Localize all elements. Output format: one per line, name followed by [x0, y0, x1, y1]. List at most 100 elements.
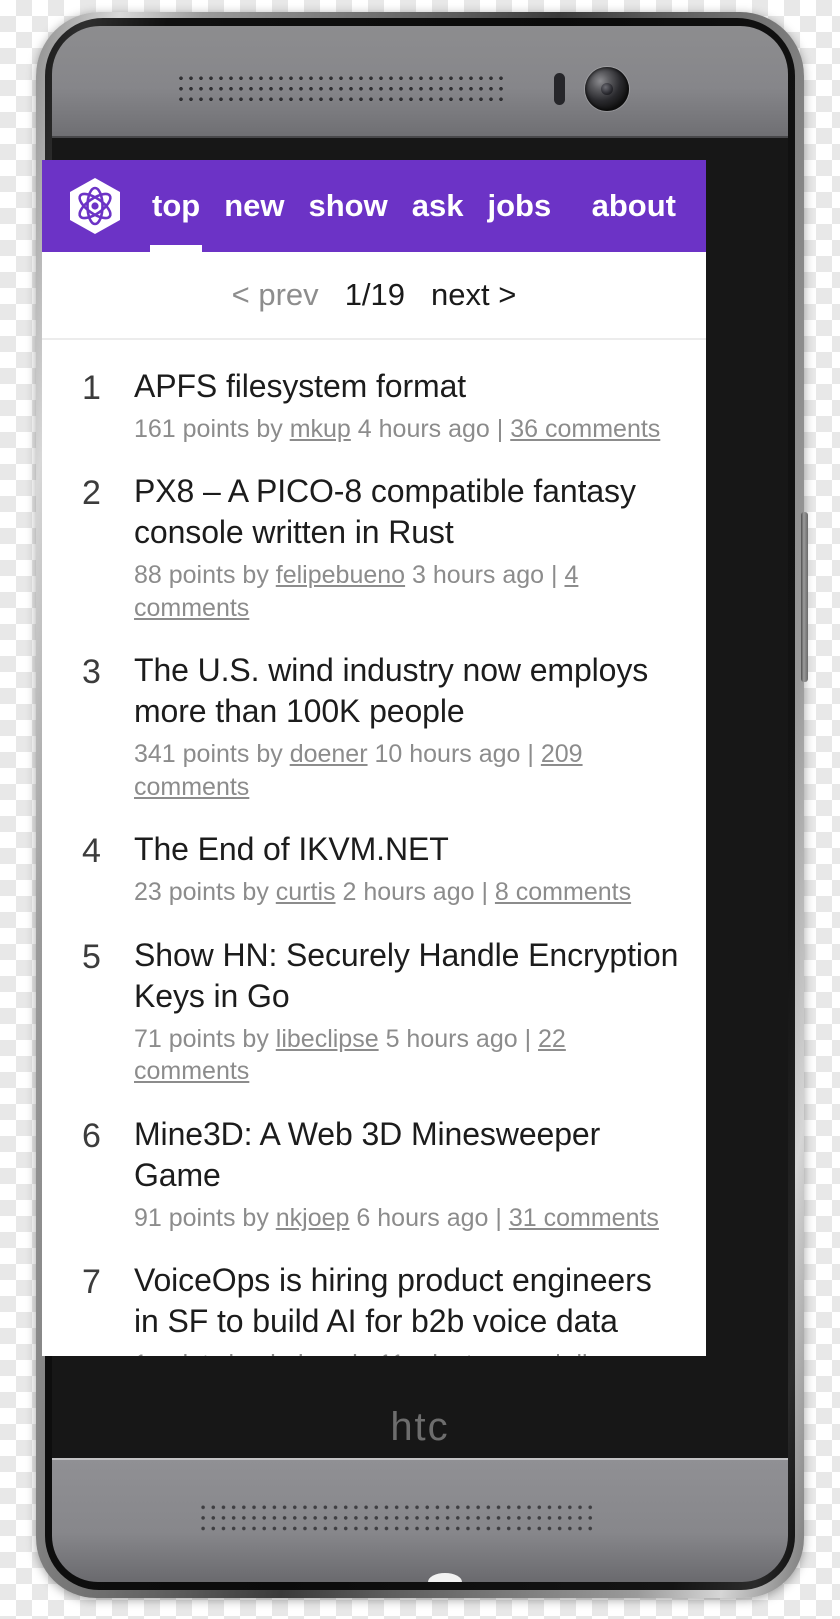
story-age: 6 hours ago [356, 1203, 489, 1232]
story-age: 2 hours ago [342, 878, 475, 907]
story-item[interactable]: 1 APFS filesystem format 161 points by mku… [42, 354, 706, 459]
speaker-grille-icon [176, 73, 506, 105]
story-by-label: by [242, 561, 269, 590]
story-title-link[interactable]: PX8 – A PICO-8 compatible fantasy consol… [134, 471, 682, 553]
nav-label: about [591, 188, 676, 223]
meta-separator: | [495, 1203, 502, 1232]
nav-label: top [152, 188, 201, 223]
story-age: 3 hours ago [412, 561, 545, 590]
story-points: 88 points [134, 561, 236, 590]
nav-label: ask [411, 188, 464, 223]
speaker-grille-icon [198, 1502, 598, 1535]
story-comments-link[interactable]: 8 comments [495, 878, 631, 906]
story-author-link[interactable]: libeclipse [276, 1025, 379, 1053]
story-title-link[interactable]: VoiceOps is hiring product engineers in … [134, 1260, 682, 1342]
story-author-link[interactable]: curtis [276, 878, 336, 906]
story-author-link[interactable]: felipebueno [276, 561, 405, 589]
story-rank: 5 [82, 937, 101, 976]
meta-separator: | [551, 561, 558, 590]
story-body: APFS filesystem format 161 points by mkup… [134, 366, 682, 445]
story-item[interactable]: 4 The End of IKVM.NET 23 points by curtis … [42, 817, 706, 922]
nav-item-show[interactable]: show [297, 160, 400, 252]
story-title-link[interactable]: Show HN: Securely Handle Encryption Keys… [134, 935, 682, 1017]
story-rank: 1 [82, 369, 101, 407]
hexagon-atom-logo-icon[interactable] [68, 177, 122, 235]
bottom-bezel [52, 1458, 788, 1582]
phone-screen: top new show ask jobs about < prev 1/19 … [42, 160, 706, 1356]
story-comments-link[interactable]: 31 comments [509, 1204, 659, 1232]
story-author-link[interactable]: doener [290, 740, 368, 768]
nav-item-ask[interactable]: ask [400, 160, 476, 252]
story-author-link[interactable]: mkup [290, 415, 351, 443]
story-author-link[interactable]: nkjoep [276, 1204, 350, 1232]
story-rank: 2 [82, 474, 101, 513]
story-list: 1 APFS filesystem format 161 points by mku… [42, 340, 706, 1356]
story-item[interactable]: 3 The U.S. wind industry now employs more… [42, 638, 706, 817]
story-points: 161 points [134, 414, 250, 443]
story-age: 5 hours ago [385, 1024, 518, 1053]
story-title-link[interactable]: The U.S. wind industry now employs more … [134, 650, 682, 732]
story-item[interactable]: 5 Show HN: Securely Handle Encryption Key… [42, 923, 706, 1102]
story-title-link[interactable]: APFS filesystem format [134, 366, 682, 407]
story-meta: 91 points by nkjoep 6 hours ago | 31 com… [134, 1202, 682, 1235]
front-camera-icon [585, 67, 629, 111]
story-item[interactable]: 2 PX8 – A PICO-8 compatible fantasy conso… [42, 459, 706, 638]
story-by-label: by [256, 740, 283, 769]
story-item[interactable]: 7 VoiceOps is hiring product engineers in… [42, 1248, 706, 1356]
story-meta: 71 points by libeclipse 5 hours ago | 22… [134, 1023, 682, 1088]
nav-label: jobs [487, 188, 552, 223]
power-button[interactable] [801, 512, 808, 682]
story-body: Show HN: Securely Handle Encryption Keys… [134, 935, 682, 1088]
nav-item-jobs[interactable]: jobs [475, 160, 563, 252]
story-comments-link[interactable]: 36 comments [510, 415, 660, 443]
story-points: 91 points [134, 1203, 236, 1232]
story-points: 1 points [134, 1350, 222, 1356]
story-author-link[interactable]: dariaevdo [262, 1350, 372, 1356]
meta-separator: | [524, 1024, 532, 1053]
pagination-bar: < prev 1/19 next > [42, 252, 706, 340]
story-by-label: by [256, 414, 283, 443]
story-comments-link[interactable]: discuss [568, 1350, 651, 1356]
bottom-notch [428, 1573, 462, 1582]
story-body: The End of IKVM.NET 23 points by curtis 2… [134, 829, 682, 908]
story-body: Mine3D: A Web 3D Minesweeper Game 91 poin… [134, 1114, 682, 1234]
story-age: 4 hours ago [357, 414, 490, 443]
meta-separator: | [496, 414, 504, 443]
story-rank: 6 [82, 1116, 101, 1155]
story-meta: 161 points by mkup 4 hours ago | 36 comm… [134, 413, 682, 446]
story-rank: 7 [82, 1263, 101, 1302]
nav-item-new[interactable]: new [212, 160, 296, 252]
prev-page-button[interactable]: < prev [232, 277, 319, 313]
app-header: top new show ask jobs about [42, 160, 706, 252]
nav-label: new [224, 188, 285, 223]
story-meta: 1 points by dariaevdo 11 minutes ago | d… [134, 1348, 682, 1356]
top-bezel [52, 26, 788, 138]
story-age: 11 minutes ago [379, 1350, 548, 1356]
story-by-label: by [242, 878, 269, 907]
next-page-button[interactable]: next > [431, 277, 516, 313]
story-by-label: by [242, 1203, 269, 1232]
story-by-label: by [229, 1350, 255, 1356]
story-body: The U.S. wind industry now employs more … [134, 650, 682, 803]
nav-item-about[interactable]: about [580, 160, 688, 252]
story-body: VoiceOps is hiring product engineers in … [134, 1260, 682, 1356]
story-title-link[interactable]: The End of IKVM.NET [134, 829, 682, 870]
nav-label: show [308, 188, 388, 223]
nav-item-top[interactable]: top [140, 160, 212, 252]
meta-separator: | [481, 878, 488, 907]
brand-logo: htc [52, 1405, 788, 1450]
story-title-link[interactable]: Mine3D: A Web 3D Minesweeper Game [134, 1114, 682, 1196]
story-item[interactable]: 6 Mine3D: A Web 3D Minesweeper Game 91 poi… [42, 1102, 706, 1248]
page-indicator: 1/19 [344, 277, 406, 312]
story-meta: 341 points by doener 10 hours ago | 209 … [134, 738, 682, 803]
story-by-label: by [242, 1024, 269, 1053]
meta-separator: | [527, 740, 534, 769]
story-points: 71 points [134, 1024, 236, 1053]
story-rank: 3 [82, 653, 101, 692]
story-meta: 88 points by felipebueno 3 hours ago | 4… [134, 559, 682, 624]
meta-separator: | [555, 1350, 562, 1356]
story-body: PX8 – A PICO-8 compatible fantasy consol… [134, 471, 682, 624]
brand-logo-text: htc [390, 1405, 450, 1449]
story-meta: 23 points by curtis 2 hours ago | 8 comm… [134, 876, 682, 909]
story-age: 10 hours ago [374, 740, 521, 769]
